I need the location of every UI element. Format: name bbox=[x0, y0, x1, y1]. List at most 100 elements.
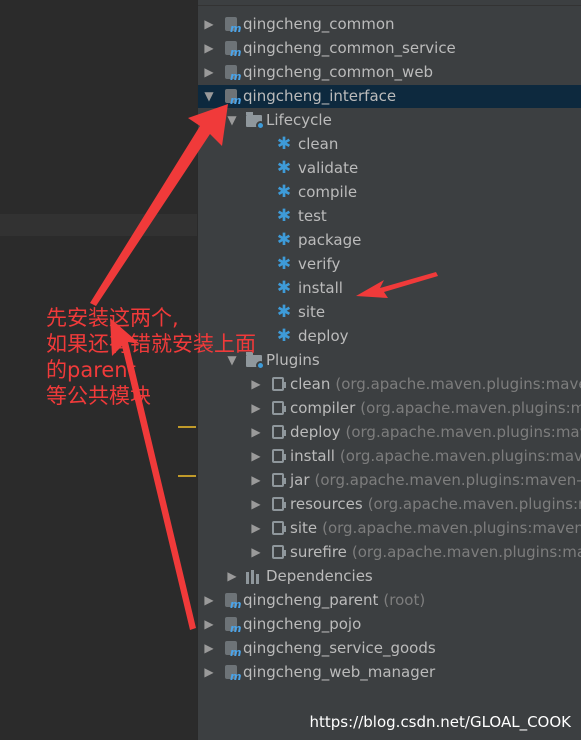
expand-arrow-icon[interactable]: ▶ bbox=[202, 641, 216, 655]
plugin-name: compiler bbox=[290, 399, 356, 417]
lifecycle-phase-install[interactable]: ✱ install bbox=[198, 276, 581, 300]
lifecycle-node[interactable]: ▼ Lifecycle bbox=[198, 108, 581, 132]
expand-arrow-icon[interactable]: ▶ bbox=[249, 545, 263, 559]
plugin-icon bbox=[269, 471, 287, 489]
plugin-icon bbox=[269, 375, 287, 393]
module-node[interactable]: ▶ qingcheng_web_manager bbox=[198, 660, 581, 684]
phase-label: install bbox=[298, 279, 343, 297]
gear-icon: ✱ bbox=[276, 206, 292, 226]
plugin-node[interactable]: ▶ surefire(org.apache.maven.plugins:mave… bbox=[198, 540, 581, 564]
module-label: qingcheng_service_goods bbox=[243, 639, 436, 657]
lifecycle-label: Lifecycle bbox=[266, 111, 332, 129]
collapse-arrow-icon[interactable]: ▼ bbox=[202, 89, 216, 103]
expand-arrow-icon[interactable]: ▶ bbox=[249, 473, 263, 487]
maven-module-icon bbox=[222, 39, 241, 59]
maven-module-icon bbox=[222, 615, 241, 635]
lifecycle-phase[interactable]: ✱ test bbox=[198, 204, 581, 228]
expand-arrow-icon[interactable]: ▶ bbox=[202, 665, 216, 679]
expand-arrow-icon[interactable]: ▶ bbox=[249, 449, 263, 463]
expand-arrow-icon[interactable]: ▶ bbox=[249, 497, 263, 511]
plugin-node[interactable]: ▶ install(org.apache.maven.plugins:maven… bbox=[198, 444, 581, 468]
module-node[interactable]: ▶ qingcheng_service_goods bbox=[198, 636, 581, 660]
expand-arrow-icon[interactable]: ▶ bbox=[202, 17, 216, 31]
gear-icon: ✱ bbox=[276, 230, 292, 250]
expand-arrow-icon[interactable]: ▶ bbox=[202, 65, 216, 79]
module-detail: (root) bbox=[383, 591, 426, 609]
phase-label: clean bbox=[298, 135, 339, 153]
gear-icon: ✱ bbox=[276, 158, 292, 178]
module-node[interactable]: ▶ qingcheng_common_service bbox=[198, 36, 581, 60]
plugin-node[interactable]: ▶ site(org.apache.maven.plugins:maven-si… bbox=[198, 516, 581, 540]
plugin-name: install bbox=[290, 447, 335, 465]
gear-icon: ✱ bbox=[276, 302, 292, 322]
module-node[interactable]: ▶ qingcheng_parent(root) bbox=[198, 588, 581, 612]
plugin-detail: (org.apache.maven.plugins:maven-insta bbox=[339, 447, 581, 465]
expand-arrow-icon[interactable]: ▶ bbox=[249, 521, 263, 535]
gear-icon: ✱ bbox=[276, 326, 292, 346]
module-label: qingcheng_common bbox=[243, 15, 395, 33]
collapse-arrow-icon[interactable]: ▼ bbox=[225, 113, 239, 127]
module-node[interactable]: ▶ qingcheng_common_web bbox=[198, 60, 581, 84]
annotation-line: 的parent bbox=[46, 358, 136, 382]
plugin-name: deploy bbox=[290, 423, 341, 441]
lifecycle-folder-icon bbox=[245, 111, 265, 130]
phase-label: compile bbox=[298, 183, 358, 201]
dependencies-node[interactable]: ▶ Dependencies bbox=[198, 564, 581, 588]
dependencies-icon bbox=[245, 567, 263, 585]
plugin-node[interactable]: ▶ jar(org.apache.maven.plugins:maven-jar… bbox=[198, 468, 581, 492]
lifecycle-phase[interactable]: ✱ clean bbox=[198, 132, 581, 156]
plugin-icon bbox=[269, 519, 287, 537]
plugin-name: jar bbox=[290, 471, 310, 489]
expand-arrow-icon[interactable]: ▶ bbox=[202, 617, 216, 631]
module-label: qingcheng_interface bbox=[243, 87, 397, 105]
plugin-name: site bbox=[290, 519, 318, 537]
plugin-name: clean bbox=[290, 375, 331, 393]
module-node[interactable]: ▶ qingcheng_pojo bbox=[198, 612, 581, 636]
lifecycle-phase[interactable]: ✱ validate bbox=[198, 156, 581, 180]
maven-module-icon bbox=[222, 639, 241, 659]
lifecycle-phase[interactable]: ✱ compile bbox=[198, 180, 581, 204]
plugin-detail: (org.apache.maven.plugins:maven-clean bbox=[335, 375, 581, 393]
expand-arrow-icon[interactable]: ▶ bbox=[249, 425, 263, 439]
phase-label: package bbox=[298, 231, 362, 249]
gear-icon: ✱ bbox=[276, 182, 292, 202]
editor-gutter-marker bbox=[178, 426, 196, 428]
maven-module-icon bbox=[222, 87, 241, 107]
annotation-line: 等公共模块 bbox=[46, 384, 151, 408]
expand-arrow-icon[interactable]: ▶ bbox=[202, 41, 216, 55]
expand-arrow-icon[interactable]: ▶ bbox=[202, 593, 216, 607]
watermark-text: https://blog.csdn.net/GLOAL_COOK bbox=[309, 713, 571, 731]
module-node-selected[interactable]: ▼ qingcheng_interface bbox=[198, 84, 581, 108]
phase-label: deploy bbox=[298, 327, 349, 345]
module-label: qingcheng_common_web bbox=[243, 63, 434, 81]
plugins-label: Plugins bbox=[266, 351, 320, 369]
phase-label: validate bbox=[298, 159, 359, 177]
gear-icon: ✱ bbox=[276, 254, 292, 274]
maven-module-icon bbox=[222, 591, 241, 611]
plugin-detail: (org.apache.maven.plugins:maven-deplo bbox=[345, 423, 581, 441]
module-label: qingcheng_parent bbox=[243, 591, 379, 609]
module-label: qingcheng_web_manager bbox=[243, 663, 436, 681]
expand-arrow-icon[interactable]: ▶ bbox=[225, 569, 239, 583]
plugin-name: resources bbox=[290, 495, 363, 513]
plugin-detail: (org.apache.maven.plugins:maven-sure bbox=[351, 543, 581, 561]
editor-current-line bbox=[0, 214, 197, 236]
lifecycle-phase[interactable]: ✱ package bbox=[198, 228, 581, 252]
phase-label: test bbox=[298, 207, 327, 225]
plugin-icon bbox=[269, 399, 287, 417]
gear-icon: ✱ bbox=[276, 278, 292, 298]
plugin-detail: (org.apache.maven.plugins:maven-jar-plug bbox=[314, 471, 581, 489]
module-node[interactable]: ▶ qingcheng_common bbox=[198, 12, 581, 36]
annotation-text: 先安装这两个, 如果还有错就安装上面 的parent 等公共模块 bbox=[46, 305, 256, 409]
module-label: qingcheng_pojo bbox=[243, 615, 362, 633]
annotation-line: 先安装这两个, bbox=[46, 306, 179, 330]
plugin-detail: (org.apache.maven.plugins:maven-com bbox=[360, 399, 581, 417]
dependencies-label: Dependencies bbox=[266, 567, 373, 585]
annotation-line: 如果还有错就安装上面 bbox=[46, 332, 256, 356]
plugin-node[interactable]: ▶ deploy(org.apache.maven.plugins:maven-… bbox=[198, 420, 581, 444]
phase-label: site bbox=[298, 303, 326, 321]
maven-module-icon bbox=[222, 63, 241, 83]
phase-label: verify bbox=[298, 255, 341, 273]
lifecycle-phase[interactable]: ✱ verify bbox=[198, 252, 581, 276]
plugin-node[interactable]: ▶ resources(org.apache.maven.plugins:mav… bbox=[198, 492, 581, 516]
